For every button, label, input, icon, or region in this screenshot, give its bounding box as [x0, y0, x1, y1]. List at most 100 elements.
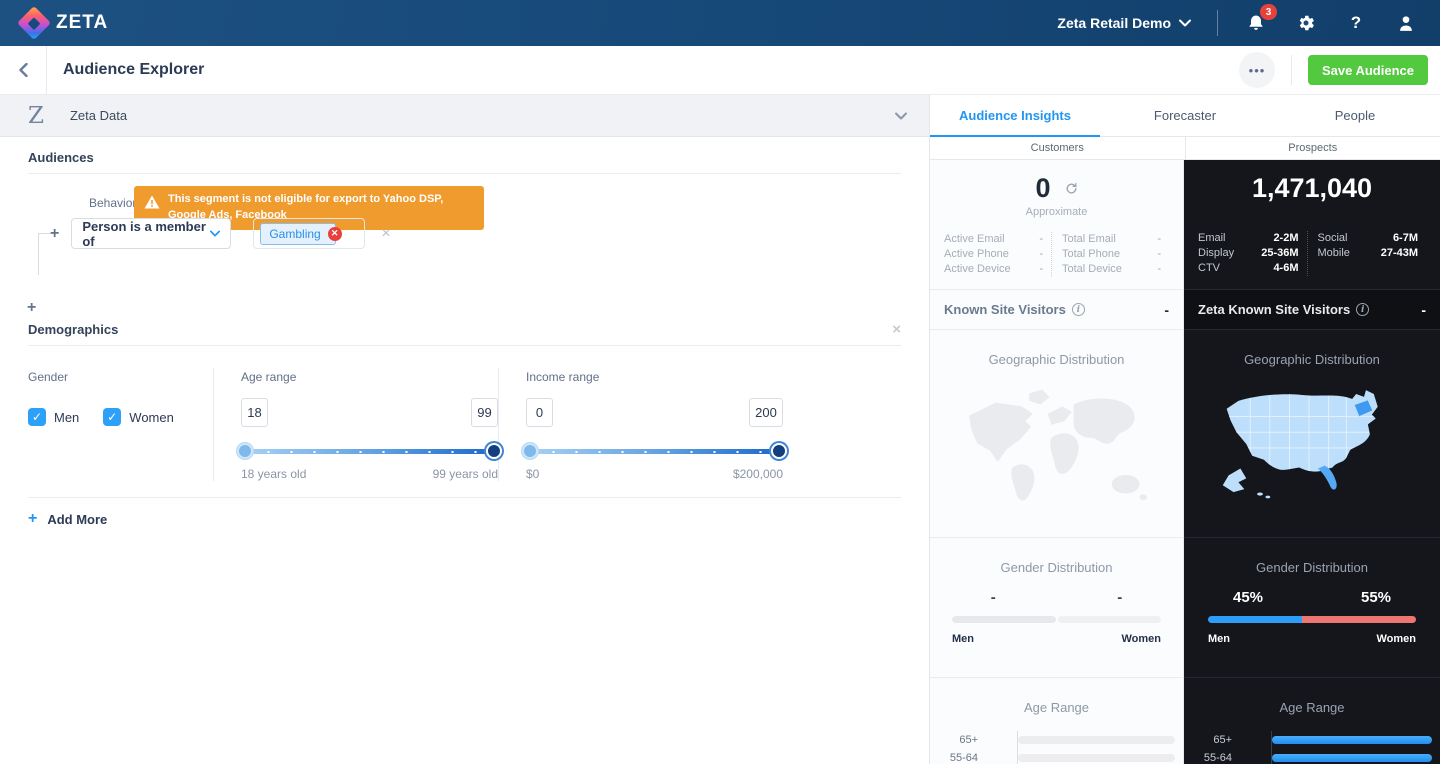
- customers-men-value: -: [991, 589, 996, 606]
- gambling-tag[interactable]: Gambling ✕: [260, 223, 335, 245]
- income-slider: [528, 443, 781, 459]
- customers-count-caption: Approximate: [930, 206, 1183, 218]
- prospects-count: 1,471,040: [1252, 173, 1372, 204]
- age-slider: [243, 443, 496, 459]
- back-button[interactable]: [0, 46, 47, 94]
- remove-rule-button[interactable]: ×: [381, 225, 390, 243]
- prospects-column: 1,471,040 Email2-2M Display25-36M CTV4-6…: [1184, 160, 1440, 764]
- prospects-age-section: Age Range 65+ 55-64: [1184, 678, 1440, 764]
- customers-geo-title: Geographic Distribution: [930, 330, 1183, 367]
- age-min-caption: 18 years old: [241, 467, 306, 481]
- operator-select[interactable]: Person is a member of: [71, 218, 231, 249]
- plus-icon: +: [28, 510, 37, 528]
- income-min-caption: $0: [526, 467, 539, 481]
- behavior-rule-row: + Person is a member of Gambling ✕ ×: [28, 218, 391, 249]
- zeta-data-source-bar[interactable]: Z Zeta Data: [0, 95, 929, 137]
- gear-icon: [1296, 13, 1316, 33]
- help-button[interactable]: ?: [1344, 11, 1368, 35]
- men-checkbox[interactable]: ✓: [28, 408, 46, 426]
- notifications-button[interactable]: 3: [1244, 11, 1268, 35]
- income-slider-ticks: [542, 451, 767, 453]
- profile-button[interactable]: [1394, 11, 1418, 35]
- refresh-icon[interactable]: [1065, 182, 1078, 195]
- income-slider-max-handle[interactable]: [771, 443, 787, 459]
- add-rule-button[interactable]: +: [27, 300, 36, 316]
- navbar-divider: [1217, 10, 1218, 36]
- settings-button[interactable]: [1294, 11, 1318, 35]
- prospects-gender-bar: [1208, 616, 1416, 623]
- more-actions-button[interactable]: •••: [1239, 52, 1275, 88]
- men-checkbox-item[interactable]: ✓ Men: [28, 408, 79, 426]
- tab-people[interactable]: People: [1270, 95, 1440, 136]
- person-icon: [1396, 13, 1416, 33]
- remove-tag-button[interactable]: ✕: [328, 227, 342, 241]
- age-slider-ticks: [257, 451, 482, 453]
- brand-name: ZETA: [56, 12, 108, 34]
- prospects-stats: Email2-2M Display25-36M CTV4-6M Social6-…: [1198, 231, 1426, 276]
- demographics-heading: Demographics ×: [28, 322, 901, 346]
- customers-count: 0: [1035, 173, 1050, 204]
- insights-panel: Audience Insights Forecaster People Cust…: [930, 95, 1440, 764]
- prospects-women-value: 55%: [1361, 589, 1391, 606]
- men-checkbox-label: Men: [54, 410, 79, 425]
- customers-men-label: Men: [952, 633, 974, 645]
- customers-women-value: -: [1117, 589, 1122, 606]
- account-switcher[interactable]: Zeta Retail Demo: [1057, 15, 1191, 31]
- tag-input[interactable]: Gambling ✕: [253, 218, 365, 249]
- info-icon[interactable]: i: [1356, 303, 1369, 316]
- zeta-known-site-visitors-value: -: [1421, 302, 1426, 318]
- prospects-age-title: Age Range: [1184, 678, 1440, 715]
- customers-gender-bar: [952, 616, 1161, 623]
- customers-count-section: 0 Approximate Active Email- Active Phone…: [930, 160, 1183, 290]
- women-checkbox-item[interactable]: ✓ Women: [103, 408, 174, 426]
- tab-forecaster[interactable]: Forecaster: [1100, 95, 1270, 136]
- remove-demographics-button[interactable]: ×: [892, 322, 901, 337]
- insights-tabs: Audience Insights Forecaster People: [930, 95, 1440, 137]
- age-slider-min-handle[interactable]: [237, 443, 253, 459]
- zeta-known-site-visitors-row: Zeta Known Site Visitors i -: [1184, 290, 1440, 330]
- world-map: [955, 381, 1159, 517]
- prospects-women-label: Women: [1376, 633, 1416, 645]
- customers-women-label: Women: [1121, 633, 1161, 645]
- age-slider-max-handle[interactable]: [486, 443, 502, 459]
- add-more-button[interactable]: + Add More: [28, 510, 901, 528]
- customers-age-section: Age Range 65+ 55-64: [930, 678, 1183, 764]
- info-icon[interactable]: i: [1072, 303, 1085, 316]
- customers-stats: Active Email- Active Phone- Active Devic…: [944, 232, 1169, 277]
- collapse-chevron-icon[interactable]: [895, 112, 907, 120]
- audiences-heading: Audiences: [28, 150, 901, 174]
- income-slider-min-handle[interactable]: [522, 443, 538, 459]
- prospects-gender-title: Gender Distribution: [1184, 538, 1440, 575]
- age-min-input[interactable]: [241, 398, 268, 427]
- us-map: [1209, 381, 1415, 509]
- age-max-input[interactable]: [471, 398, 498, 427]
- gender-label: Gender: [28, 370, 213, 384]
- customers-age-title: Age Range: [930, 678, 1183, 715]
- prospects-age-chart: 65+ 55-64: [1184, 731, 1440, 764]
- save-audience-button[interactable]: Save Audience: [1308, 55, 1428, 85]
- known-site-visitors-value: -: [1164, 302, 1169, 318]
- page-title: Audience Explorer: [63, 61, 204, 79]
- prospects-geo-title: Geographic Distribution: [1184, 330, 1440, 367]
- women-checkbox[interactable]: ✓: [103, 408, 121, 426]
- behavior-rule-area: Behavior This segment is not eligible fo…: [28, 174, 901, 309]
- customers-gender-title: Gender Distribution: [930, 538, 1183, 575]
- customers-geo-section: Geographic Distribution: [930, 330, 1183, 538]
- page-header: Audience Explorer ••• Save Audience: [0, 46, 1440, 95]
- tab-audience-insights[interactable]: Audience Insights: [930, 95, 1100, 136]
- women-checkbox-label: Women: [129, 410, 174, 425]
- zeta-logo[interactable]: ZETA: [22, 11, 108, 35]
- prospects-column-header[interactable]: Prospects: [1186, 137, 1440, 160]
- zeta-diamond-icon: [17, 6, 51, 40]
- source-label: Zeta Data: [70, 108, 127, 123]
- income-max-input[interactable]: [749, 398, 783, 427]
- customers-column-header[interactable]: Customers: [930, 137, 1186, 160]
- income-range-column: Income range $0 $: [499, 368, 783, 481]
- customers-gender-section: Gender Distribution - - Men Women: [930, 538, 1183, 678]
- add-condition-button[interactable]: +: [50, 226, 59, 242]
- men-bar-segment: [1208, 616, 1302, 623]
- known-site-visitors-row: Known Site Visitors i -: [930, 290, 1183, 330]
- audience-builder-panel: Z Zeta Data Audiences Behavior This segm…: [0, 95, 930, 764]
- audience-explorer-app: ZETA Zeta Retail Demo 3 ?: [0, 0, 1440, 764]
- income-min-input[interactable]: [526, 398, 553, 427]
